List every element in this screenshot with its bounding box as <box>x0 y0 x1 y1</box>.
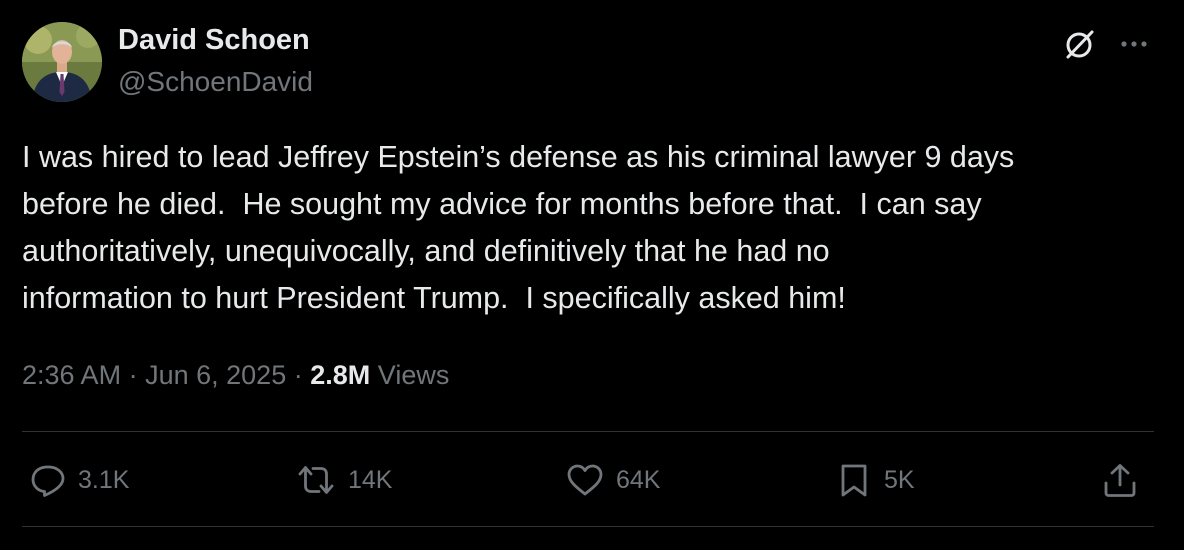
avatar[interactable] <box>22 22 102 102</box>
retweet-count: 14K <box>348 465 393 494</box>
retweet-icon <box>296 462 336 498</box>
tweet-time[interactable]: 2:36 AM <box>22 360 121 390</box>
divider <box>22 431 1154 432</box>
author-display-name[interactable]: David Schoen <box>118 24 310 57</box>
views-count[interactable]: 2.8M <box>310 360 370 390</box>
grok-icon[interactable] <box>1062 26 1098 62</box>
retweet-button[interactable]: 14K <box>296 460 392 500</box>
meta-separator: · <box>128 360 138 390</box>
share-icon <box>1102 462 1138 498</box>
tweet-card: David Schoen @SchoenDavid I was hired to… <box>0 0 1184 550</box>
bookmark-icon <box>836 462 872 498</box>
views-label: Views <box>377 360 450 390</box>
reply-icon <box>30 462 66 498</box>
reply-button[interactable]: 3.1K <box>30 460 129 500</box>
like-button[interactable]: 64K <box>566 460 660 500</box>
tweet-date[interactable]: Jun 6, 2025 <box>145 360 286 390</box>
like-count: 64K <box>616 465 661 494</box>
bookmark-button[interactable]: 5K <box>836 460 915 500</box>
bookmark-count: 5K <box>884 465 915 494</box>
author-handle[interactable]: @SchoenDavid <box>118 66 313 98</box>
reply-count: 3.1K <box>78 465 130 494</box>
divider <box>22 526 1154 527</box>
meta-separator: · <box>293 360 303 390</box>
tweet-meta: 2:36 AM · Jun 6, 2025 · 2.8M Views <box>22 360 449 391</box>
tweet-text: I was hired to lead Jeffrey Epstein’s de… <box>22 140 1015 315</box>
heart-icon <box>566 462 604 498</box>
share-button[interactable] <box>1102 460 1138 500</box>
more-icon[interactable] <box>1116 26 1152 62</box>
